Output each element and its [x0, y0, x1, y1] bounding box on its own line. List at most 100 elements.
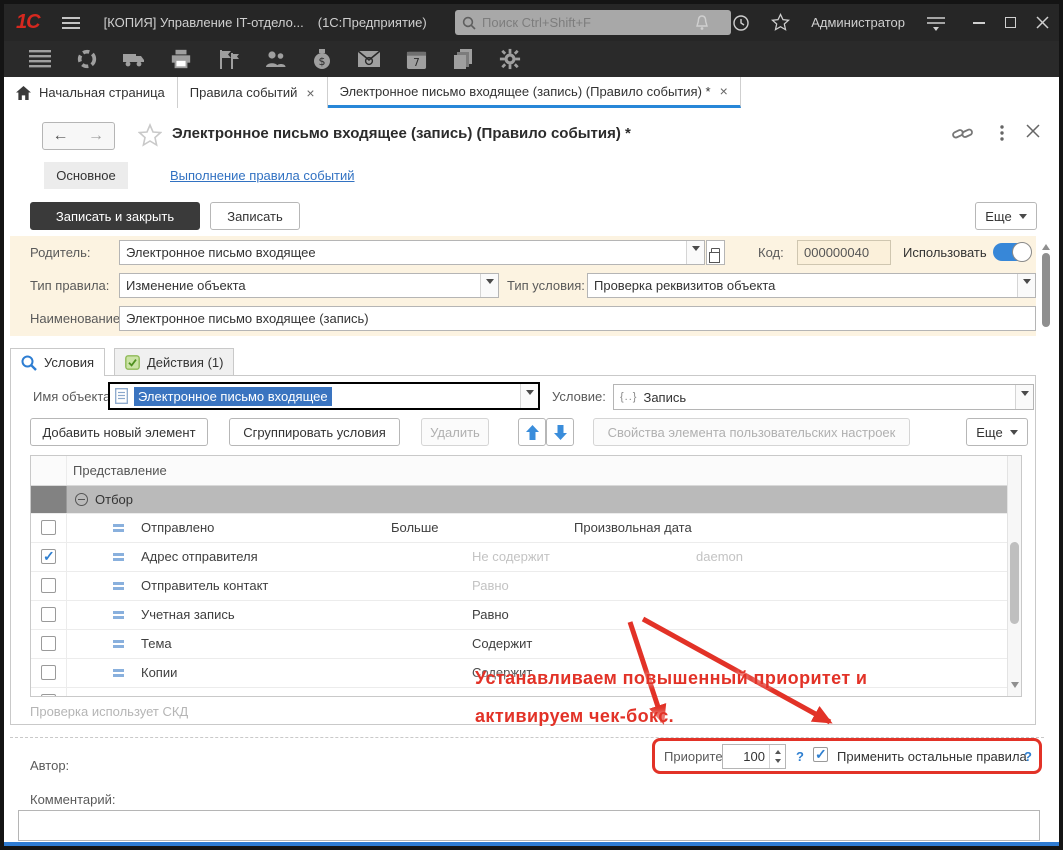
close-window-icon[interactable]: [1036, 16, 1049, 29]
filter-item-icon: [113, 552, 125, 563]
table-row[interactable]: Адрес отправителя Не содержит daemon: [31, 543, 1021, 572]
checkbox-column-header: [31, 456, 67, 485]
search-icon: [462, 16, 476, 30]
row-checkbox[interactable]: [41, 607, 56, 622]
get-link-icon[interactable]: [952, 124, 974, 144]
close-form-icon[interactable]: [1026, 124, 1040, 138]
cond-type-field[interactable]: Проверка реквизитов объекта: [587, 273, 1036, 298]
move-up-button[interactable]: [518, 418, 546, 446]
table-scrollbar[interactable]: [1007, 456, 1021, 696]
rule-type-dropdown-icon[interactable]: [480, 274, 498, 297]
table-row[interactable]: Отправлено Больше Произвольная дата: [31, 514, 1021, 543]
delete-button[interactable]: Удалить: [421, 418, 489, 446]
conditions-magnifier-icon: [21, 355, 37, 371]
table-row[interactable]: Отправитель контакт Равно: [31, 572, 1021, 601]
form-scrollbar-thumb[interactable]: [1042, 253, 1050, 327]
condition-dropdown-icon[interactable]: [1015, 385, 1033, 409]
filter-item-icon: [113, 523, 125, 534]
filter-item-icon: [113, 581, 125, 592]
filter-item-icon: [113, 668, 125, 679]
nav-main[interactable]: Основное: [44, 162, 128, 189]
tab-close-icon[interactable]: ×: [720, 83, 728, 99]
braces-icon: {..}: [620, 391, 637, 403]
tab-actions[interactable]: Действия (1): [114, 348, 234, 376]
cond-type-dropdown-icon[interactable]: [1017, 274, 1035, 297]
add-element-button[interactable]: Добавить новый элемент: [30, 418, 208, 446]
table-scrollbar-thumb[interactable]: [1010, 542, 1019, 624]
tab-conditions[interactable]: Условия: [10, 348, 105, 376]
object-name-label: Имя объекта:: [33, 389, 114, 404]
row-checkbox[interactable]: [41, 520, 56, 535]
service-menu-icon[interactable]: [926, 15, 946, 31]
user-settings-props-button[interactable]: Свойства элемента пользовательских настр…: [593, 418, 910, 446]
row-checkbox[interactable]: [41, 665, 56, 680]
sections-menu-icon[interactable]: [28, 47, 52, 71]
group-conditions-button[interactable]: Сгруппировать условия: [229, 418, 400, 446]
tab-active-email-rule[interactable]: Электронное письмо входящее (запись) (Пр…: [328, 77, 741, 108]
users-icon[interactable]: [263, 47, 287, 71]
settings-gear-icon[interactable]: [498, 47, 522, 71]
use-toggle[interactable]: [993, 243, 1031, 261]
more-button-conditions[interactable]: Еще: [966, 418, 1028, 446]
list-doc-icon: [115, 388, 128, 404]
table-row[interactable]: Учетная запись Равно: [31, 601, 1021, 630]
print-icon[interactable]: [169, 47, 193, 71]
save-and-close-button[interactable]: Записать и закрыть: [30, 202, 200, 230]
calendar-icon[interactable]: 7: [404, 47, 428, 71]
overview-icon[interactable]: [75, 47, 99, 71]
scroll-down-icon[interactable]: [1011, 682, 1019, 692]
tab-event-rules[interactable]: Правила событий ×: [178, 77, 328, 108]
parent-open-button[interactable]: [706, 240, 725, 265]
delivery-truck-icon[interactable]: [122, 47, 146, 71]
history-icon[interactable]: [732, 14, 750, 32]
tab-home[interactable]: Начальная страница: [4, 77, 178, 108]
main-menu-icon[interactable]: [62, 17, 80, 29]
condition-field[interactable]: {..} Запись: [613, 384, 1034, 410]
minimize-icon[interactable]: [973, 22, 985, 24]
table-row[interactable]: Кому Содержит: [31, 688, 1021, 697]
row-checkbox[interactable]: [41, 578, 56, 593]
move-down-button[interactable]: [546, 418, 574, 446]
code-field[interactable]: 000000040: [797, 240, 891, 265]
mail-icon[interactable]: [357, 47, 381, 71]
1c-logo-icon: 1С: [16, 11, 40, 34]
save-button[interactable]: Записать: [210, 202, 300, 230]
table-row[interactable]: Тема Содержит: [31, 630, 1021, 659]
search-input[interactable]: [482, 15, 702, 30]
tab-close-icon[interactable]: ×: [306, 85, 314, 101]
name-field[interactable]: Электронное письмо входящее (запись): [119, 306, 1036, 331]
more-actions-icon[interactable]: [999, 124, 1005, 142]
row-checkbox[interactable]: [41, 694, 56, 697]
marks-flags-icon[interactable]: [216, 47, 240, 71]
rule-type-field[interactable]: Изменение объекта: [119, 273, 499, 298]
form-scrollbar[interactable]: [1041, 238, 1052, 778]
app-title: [КОПИЯ] Управление IT-отдело...: [104, 15, 304, 30]
nav-link-rule-execution[interactable]: Выполнение правила событий: [170, 168, 355, 183]
current-user[interactable]: Администратор: [811, 15, 905, 30]
parent-dropdown-icon[interactable]: [686, 241, 704, 264]
chevron-down-icon: [1010, 430, 1018, 439]
more-button-top[interactable]: Еще: [975, 202, 1037, 230]
notifications-bell-icon[interactable]: [693, 14, 711, 32]
object-name-field[interactable]: Электронное письмо входящее: [108, 382, 540, 410]
back-button[interactable]: ←: [42, 122, 79, 150]
forward-button[interactable]: →: [78, 122, 115, 150]
tab-actions-label: Действия (1): [147, 355, 223, 370]
favorite-star-icon[interactable]: [138, 123, 162, 147]
global-search[interactable]: [455, 10, 731, 35]
scroll-up-icon[interactable]: [1042, 240, 1050, 250]
comment-input[interactable]: [18, 810, 1040, 841]
app-window: 1С [КОПИЯ] Управление IT-отдело... (1С:П…: [0, 0, 1063, 850]
filter-group-row[interactable]: Отбор: [31, 486, 1021, 514]
object-name-selected-text: Электронное письмо входящее: [134, 387, 332, 406]
collapse-minus-icon[interactable]: [75, 493, 88, 506]
money-bag-icon[interactable]: $: [310, 47, 334, 71]
row-checkbox[interactable]: [41, 636, 56, 651]
object-dropdown-icon[interactable]: [520, 384, 538, 408]
favorites-star-icon[interactable]: [771, 13, 790, 32]
row-checkbox[interactable]: [41, 549, 56, 564]
documents-copy-icon[interactable]: [451, 47, 475, 71]
parent-field[interactable]: Электронное письмо входящее: [119, 240, 705, 265]
maximize-icon[interactable]: [1005, 17, 1016, 28]
table-header-row: Представление: [31, 456, 1021, 486]
